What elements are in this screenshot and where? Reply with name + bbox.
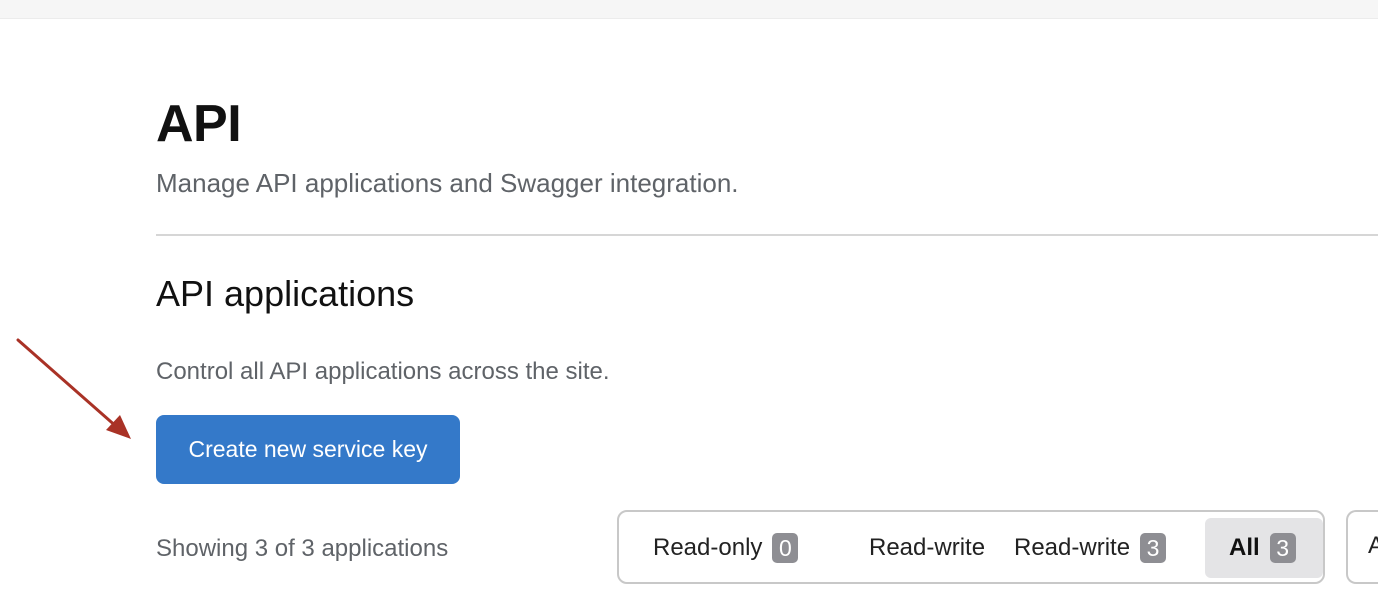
count-badge: 3 [1140,533,1167,563]
page-subtitle: Manage API applications and Swagger inte… [156,168,739,198]
filter-label: All [1229,534,1260,561]
count-badge: 3 [1269,533,1296,563]
filter-read-only[interactable]: Read-only 0 [643,518,808,578]
filter-button-group: Read-only 0 Read-write Read-write 3 All … [617,510,1325,584]
secondary-filter-group[interactable]: A [1346,510,1378,584]
section-title: API applications [156,273,415,314]
main-content: API Manage API applications and Swagger … [156,0,1378,594]
filter-label: Read-only [653,534,763,561]
count-badge: 0 [772,533,799,563]
filter-read-write-alt[interactable]: Read-write 3 [1004,518,1176,578]
section-description: Control all API applications across the … [156,358,610,385]
annotation-arrow-icon [16,338,131,439]
secondary-filter-label: A [1368,532,1378,560]
divider [156,234,1378,236]
filter-label: Read-write [869,534,986,561]
filter-read-write[interactable]: Read-write [859,518,995,578]
filter-all[interactable]: All 3 [1205,518,1323,578]
filter-label: Read-write [1014,534,1131,561]
create-service-key-button[interactable]: Create new service key [156,415,460,484]
results-count-text: Showing 3 of 3 applications [156,535,449,562]
page-title: API [156,95,242,153]
